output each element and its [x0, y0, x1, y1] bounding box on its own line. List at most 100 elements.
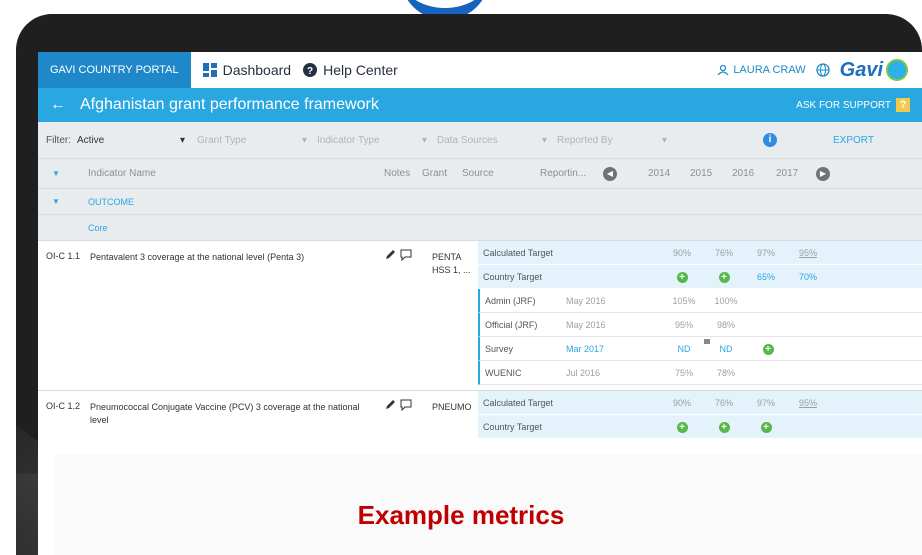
indicator-values: Calculated Target 90% 76% 97% 95% Countr… — [478, 241, 922, 385]
group-outcome-label: OUTCOME — [88, 197, 134, 207]
dashboard-label: Dashboard — [222, 62, 292, 78]
dashboard-link[interactable]: Dashboard — [202, 62, 292, 78]
pencil-icon[interactable] — [384, 399, 396, 411]
grant-type-placeholder: Grant Type — [197, 134, 247, 146]
value-2014: 90% — [672, 398, 691, 408]
chevron-down-icon: ▾ — [661, 134, 667, 146]
column-reporting[interactable]: Reportin... — [540, 168, 586, 179]
status-filter-select[interactable]: Active ▾ — [77, 135, 197, 146]
indicator-name: Pentavalent 3 coverage at the national l… — [90, 252, 305, 262]
portal-home-tab[interactable]: GAVI COUNTRY PORTAL — [38, 52, 191, 88]
value-2017[interactable]: 70% — [788, 272, 828, 282]
value-2015: 76% — [714, 398, 733, 408]
user-name[interactable]: LAURA CRAW — [733, 64, 805, 76]
status-filter-value: Active — [77, 134, 105, 146]
source-label: Country Target — [483, 272, 542, 282]
filter-bar: Filter: Active ▾ Grant Type ▾ Indicator Ty… — [38, 122, 922, 158]
globe-icon[interactable] — [815, 63, 830, 77]
add-value-icon[interactable]: + — [718, 272, 730, 283]
group-core-row[interactable]: Core — [38, 214, 922, 240]
country-target-row: Country Target + + 65% 70% — [478, 265, 922, 289]
column-year-2017: 2017 — [776, 168, 799, 179]
gavi-logo[interactable]: Gavi — [840, 59, 883, 82]
indicator-code: OI-C 1.2 — [46, 401, 81, 411]
survey-row: Survey Mar 2017 ND ND + — [478, 337, 922, 361]
indicator-code: OI-C 1.1 — [46, 251, 81, 261]
info-icon[interactable]: i — [763, 133, 777, 147]
scroll-right-icon[interactable]: ▶ — [816, 166, 830, 181]
indicator-grant: PENTA HSS 1, ... — [432, 252, 471, 275]
reporting-date[interactable]: Mar 2017 — [566, 344, 604, 354]
back-arrow-icon[interactable]: ← — [50, 96, 66, 114]
value-2014: 75% — [674, 368, 693, 378]
value-2017[interactable]: 95% — [788, 248, 828, 258]
calculated-target-row: Calculated Target 90% 76% 97% 95% — [478, 241, 922, 265]
comment-icon[interactable] — [400, 399, 412, 411]
indicator-name: Pneumococcal Conjugate Vaccine (PCV) 3 c… — [90, 402, 360, 425]
reported-by-select[interactable]: Reported By ▾ — [557, 135, 677, 146]
value-2016: 97% — [756, 248, 775, 258]
add-value-icon[interactable]: + — [676, 422, 688, 433]
group-outcome-row[interactable]: ▼ OUTCOME — [38, 188, 922, 214]
source-label: WUENIC — [485, 368, 522, 378]
export-button[interactable]: EXPORT — [833, 135, 874, 146]
value-2014: 95% — [674, 320, 693, 330]
source-label: Official (JRF) — [485, 320, 538, 330]
reporting-date: May 2016 — [566, 296, 606, 306]
column-year-2016: 2016 — [732, 168, 755, 179]
pencil-icon[interactable] — [384, 249, 396, 261]
help-center-link[interactable]: ? Help Center — [303, 62, 398, 78]
value-2016: 97% — [756, 398, 775, 408]
value-2014[interactable]: ND — [664, 344, 704, 354]
value-2015[interactable]: ND — [706, 344, 746, 354]
svg-text:?: ? — [307, 66, 313, 77]
source-label: Calculated Target — [483, 248, 553, 258]
value-2016[interactable]: 65% — [746, 272, 786, 282]
admin-jrf-row: Admin (JRF) May 2016 105% 100% — [478, 289, 922, 313]
indicator-row[interactable]: OI-C 1.1 Pentavalent 3 coverage at the n… — [38, 240, 922, 390]
value-2015: 76% — [714, 248, 733, 258]
source-label: Survey — [485, 344, 514, 354]
value-2015: 78% — [716, 368, 735, 378]
add-value-icon[interactable]: + — [718, 422, 730, 433]
add-value-icon[interactable]: + — [676, 272, 688, 283]
indicator-type-placeholder: Indicator Type — [317, 134, 380, 146]
reporting-date: May 2016 — [566, 320, 606, 330]
column-indicator-name[interactable]: Indicator Name — [88, 168, 156, 179]
value-2015: 100% — [714, 296, 738, 306]
column-grant[interactable]: Grant — [422, 168, 447, 179]
reporting-date: Jul 2016 — [566, 368, 601, 378]
help-icon: ? — [303, 63, 318, 77]
chevron-down-icon: ▾ — [421, 134, 427, 146]
value-2014: 90% — [672, 248, 691, 258]
column-year-2014: 2014 — [648, 168, 671, 179]
table-header: ▼ Indicator Name Notes Grant Source Repo… — [38, 158, 922, 188]
slide-caption: Example metrics — [357, 500, 565, 530]
dashboard-icon — [202, 63, 217, 77]
value-2015: 98% — [716, 320, 735, 330]
calculated-target-row: Calculated Target 90% 76% 97% 95% — [478, 391, 922, 415]
add-value-icon[interactable]: + — [762, 344, 774, 355]
collapse-outcome-icon[interactable]: ▼ — [52, 197, 60, 206]
indicator-type-select[interactable]: Indicator Type ▾ — [317, 135, 437, 146]
country-target-row: Country Target + + + — [478, 415, 922, 439]
ask-support-label: ASK FOR SUPPORT — [796, 99, 891, 111]
ask-support-button[interactable]: ASK FOR SUPPORT ? — [796, 98, 910, 112]
source-label: Calculated Target — [483, 398, 553, 408]
user-area: LAURA CRAW Gavi — [717, 59, 922, 82]
page-titlebar: ← Afghanistan grant performance framewor… — [38, 88, 922, 122]
top-navigation: GAVI COUNTRY PORTAL Dashboard ? Help Cen… — [38, 52, 922, 88]
help-center-label: Help Center — [323, 62, 398, 78]
column-source[interactable]: Source — [462, 168, 494, 179]
value-2014: 105% — [672, 296, 696, 306]
indicator-row[interactable]: OI-C 1.2 Pneumococcal Conjugate Vaccine … — [38, 390, 922, 450]
column-notes[interactable]: Notes — [384, 168, 410, 179]
value-2017[interactable]: 95% — [788, 398, 828, 408]
source-label: Country Target — [483, 422, 542, 432]
data-sources-select[interactable]: Data Sources ▾ — [437, 135, 557, 146]
comment-icon[interactable] — [400, 249, 412, 261]
add-value-icon[interactable]: + — [760, 422, 772, 433]
scroll-left-icon[interactable]: ◀ — [603, 166, 617, 181]
grant-type-select[interactable]: Grant Type ▾ — [197, 135, 317, 146]
collapse-all-icon[interactable]: ▼ — [52, 169, 60, 178]
